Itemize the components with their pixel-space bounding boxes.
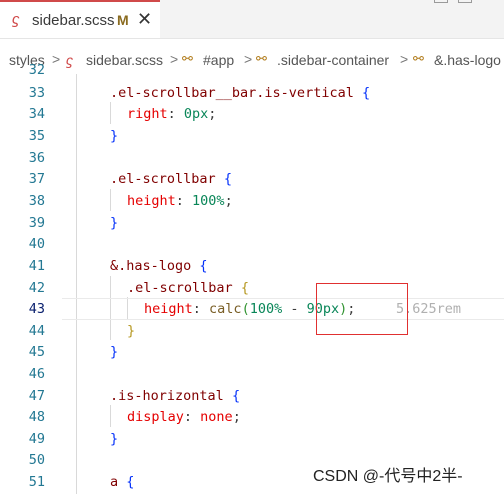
code-text: }: [110, 215, 119, 231]
line-number: 40: [28, 236, 45, 252]
line-number: 32: [28, 62, 45, 78]
code-text: .el-scrollbar__bar.is-vertical {: [110, 85, 371, 101]
more-actions-icon[interactable]: [458, 0, 472, 3]
code-line[interactable]: 47 .is-horizontal {: [0, 386, 504, 408]
code-line[interactable]: 44 }: [0, 321, 504, 343]
split-editor-icon[interactable]: [434, 0, 448, 3]
code-line[interactable]: 41 &.has-logo {: [0, 256, 504, 278]
code-line[interactable]: 39 }: [0, 213, 504, 235]
line-number: 33: [28, 85, 45, 101]
line-number: 46: [28, 366, 45, 382]
code-text: &.has-logo {: [110, 258, 208, 274]
sass-file-icon: ϛ: [12, 11, 20, 28]
line-number: 38: [28, 193, 45, 209]
code-line[interactable]: 46: [0, 364, 504, 386]
code-text: .el-scrollbar {: [127, 280, 249, 296]
code-line[interactable]: 45 }: [0, 342, 504, 364]
code-line[interactable]: 35 }: [0, 126, 504, 148]
line-number: 43: [28, 301, 45, 317]
code-line[interactable]: 49 }: [0, 429, 504, 451]
modified-indicator: M: [117, 12, 129, 28]
code-text: .is-horizontal {: [110, 388, 241, 404]
code-line[interactable]: 48 display: none;: [0, 407, 504, 429]
window-controls: [434, 0, 494, 4]
code-line[interactable]: 38 height: 100%;: [0, 191, 504, 213]
line-number: 42: [28, 280, 45, 296]
code-line[interactable]: 42 .el-scrollbar {: [0, 278, 504, 300]
code-editor[interactable]: 32 33 .el-scrollbar__bar.is-vertical { 3…: [0, 62, 504, 494]
tab-bar: ϛ sidebar.scss M ✕: [0, 0, 504, 39]
line-number: 34: [28, 106, 45, 122]
code-line[interactable]: 33 .el-scrollbar__bar.is-vertical {: [0, 83, 504, 105]
line-number: 50: [28, 452, 45, 468]
line-number: 41: [28, 258, 45, 274]
watermark: CSDN @-代号中2半-: [313, 468, 463, 485]
annotation-box: [316, 283, 408, 335]
code-line[interactable]: 40: [0, 234, 504, 256]
code-line-current[interactable]: 43 height: calc(100% - 90px); 5.625rem: [0, 299, 504, 321]
code-line[interactable]: 34 right: 0px;: [0, 104, 504, 126]
code-line[interactable]: 37 .el-scrollbar {: [0, 169, 504, 191]
line-number: 39: [28, 215, 45, 231]
code-text: }: [110, 344, 119, 360]
code-text: .el-scrollbar {: [110, 171, 232, 187]
code-text: height: 100%;: [127, 193, 233, 209]
code-text: }: [127, 323, 136, 339]
code-line[interactable]: 36: [0, 148, 504, 170]
tab-title: sidebar.scss: [32, 12, 115, 29]
line-number: 44: [28, 323, 45, 339]
close-tab-icon[interactable]: ✕: [137, 9, 152, 30]
code-text: right: 0px;: [127, 106, 217, 122]
code-text: }: [110, 431, 119, 447]
code-text: a {: [110, 474, 135, 490]
line-number: 35: [28, 128, 45, 144]
line-number: 49: [28, 431, 45, 447]
editor-tab[interactable]: ϛ sidebar.scss M ✕: [0, 0, 160, 38]
code-line[interactable]: 32: [0, 60, 504, 82]
line-number: 36: [28, 150, 45, 166]
line-number: 45: [28, 344, 45, 360]
line-number: 37: [28, 171, 45, 187]
code-text: display: none;: [127, 409, 241, 425]
line-number: 51: [28, 474, 45, 490]
line-number: 47: [28, 388, 45, 404]
code-text: }: [110, 128, 119, 144]
line-number: 48: [28, 409, 45, 425]
